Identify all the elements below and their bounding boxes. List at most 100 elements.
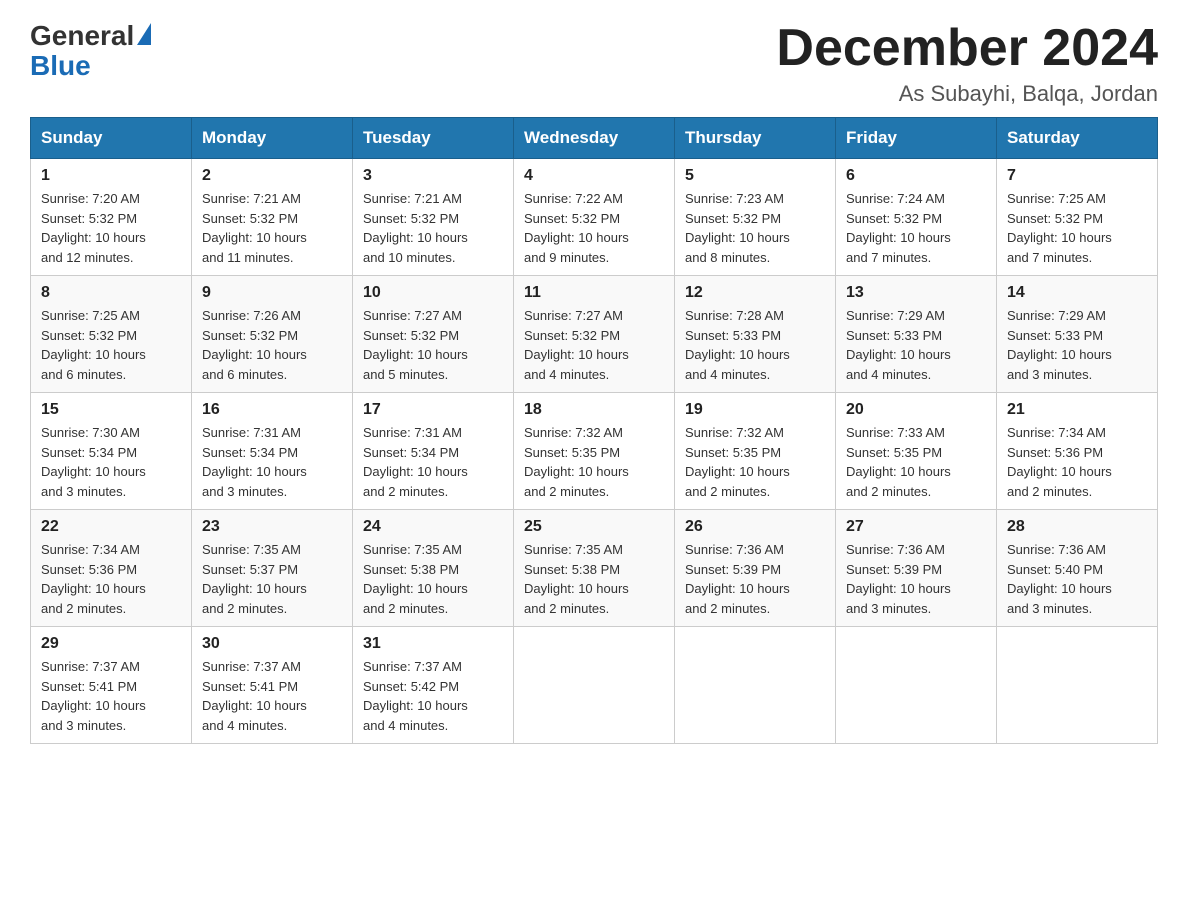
- day-info: Sunrise: 7:37 AMSunset: 5:41 PMDaylight:…: [41, 657, 181, 735]
- day-number: 31: [363, 635, 503, 653]
- day-info: Sunrise: 7:29 AMSunset: 5:33 PMDaylight:…: [1007, 306, 1147, 384]
- day-number: 21: [1007, 401, 1147, 419]
- day-number: 2: [202, 167, 342, 185]
- day-cell-19: 19 Sunrise: 7:32 AMSunset: 5:35 PMDaylig…: [675, 393, 836, 510]
- day-cell-28: 28 Sunrise: 7:36 AMSunset: 5:40 PMDaylig…: [997, 510, 1158, 627]
- day-info: Sunrise: 7:32 AMSunset: 5:35 PMDaylight:…: [685, 423, 825, 501]
- day-cell-10: 10 Sunrise: 7:27 AMSunset: 5:32 PMDaylig…: [353, 276, 514, 393]
- day-number: 10: [363, 284, 503, 302]
- day-cell-6: 6 Sunrise: 7:24 AMSunset: 5:32 PMDayligh…: [836, 159, 997, 276]
- day-number: 4: [524, 167, 664, 185]
- day-number: 20: [846, 401, 986, 419]
- day-cell-12: 12 Sunrise: 7:28 AMSunset: 5:33 PMDaylig…: [675, 276, 836, 393]
- day-number: 25: [524, 518, 664, 536]
- day-info: Sunrise: 7:27 AMSunset: 5:32 PMDaylight:…: [363, 306, 503, 384]
- day-info: Sunrise: 7:23 AMSunset: 5:32 PMDaylight:…: [685, 189, 825, 267]
- day-cell-14: 14 Sunrise: 7:29 AMSunset: 5:33 PMDaylig…: [997, 276, 1158, 393]
- day-number: 8: [41, 284, 181, 302]
- day-info: Sunrise: 7:34 AMSunset: 5:36 PMDaylight:…: [1007, 423, 1147, 501]
- day-info: Sunrise: 7:35 AMSunset: 5:38 PMDaylight:…: [524, 540, 664, 618]
- day-cell-20: 20 Sunrise: 7:33 AMSunset: 5:35 PMDaylig…: [836, 393, 997, 510]
- day-cell-29: 29 Sunrise: 7:37 AMSunset: 5:41 PMDaylig…: [31, 627, 192, 744]
- day-cell-2: 2 Sunrise: 7:21 AMSunset: 5:32 PMDayligh…: [192, 159, 353, 276]
- day-cell-17: 17 Sunrise: 7:31 AMSunset: 5:34 PMDaylig…: [353, 393, 514, 510]
- day-number: 11: [524, 284, 664, 302]
- day-number: 19: [685, 401, 825, 419]
- title-area: December 2024 As Subayhi, Balqa, Jordan: [776, 20, 1158, 107]
- day-number: 9: [202, 284, 342, 302]
- header-thursday: Thursday: [675, 118, 836, 159]
- day-info: Sunrise: 7:35 AMSunset: 5:37 PMDaylight:…: [202, 540, 342, 618]
- day-info: Sunrise: 7:36 AMSunset: 5:39 PMDaylight:…: [685, 540, 825, 618]
- day-number: 3: [363, 167, 503, 185]
- header-row: SundayMondayTuesdayWednesdayThursdayFrid…: [31, 118, 1158, 159]
- logo-triangle-icon: [137, 23, 151, 45]
- logo-general-text: General: [30, 20, 134, 52]
- day-number: 7: [1007, 167, 1147, 185]
- page-header: General Blue December 2024 As Subayhi, B…: [30, 20, 1158, 107]
- day-cell-31: 31 Sunrise: 7:37 AMSunset: 5:42 PMDaylig…: [353, 627, 514, 744]
- week-row-4: 22 Sunrise: 7:34 AMSunset: 5:36 PMDaylig…: [31, 510, 1158, 627]
- header-monday: Monday: [192, 118, 353, 159]
- day-number: 15: [41, 401, 181, 419]
- day-number: 29: [41, 635, 181, 653]
- day-info: Sunrise: 7:31 AMSunset: 5:34 PMDaylight:…: [363, 423, 503, 501]
- day-info: Sunrise: 7:33 AMSunset: 5:35 PMDaylight:…: [846, 423, 986, 501]
- day-cell-30: 30 Sunrise: 7:37 AMSunset: 5:41 PMDaylig…: [192, 627, 353, 744]
- empty-cell: [997, 627, 1158, 744]
- day-info: Sunrise: 7:36 AMSunset: 5:39 PMDaylight:…: [846, 540, 986, 618]
- day-cell-21: 21 Sunrise: 7:34 AMSunset: 5:36 PMDaylig…: [997, 393, 1158, 510]
- day-number: 5: [685, 167, 825, 185]
- logo: General Blue: [30, 20, 151, 80]
- logo-blue-text: Blue: [30, 52, 91, 80]
- day-info: Sunrise: 7:34 AMSunset: 5:36 PMDaylight:…: [41, 540, 181, 618]
- day-info: Sunrise: 7:21 AMSunset: 5:32 PMDaylight:…: [202, 189, 342, 267]
- day-info: Sunrise: 7:25 AMSunset: 5:32 PMDaylight:…: [41, 306, 181, 384]
- day-cell-9: 9 Sunrise: 7:26 AMSunset: 5:32 PMDayligh…: [192, 276, 353, 393]
- day-number: 17: [363, 401, 503, 419]
- day-cell-5: 5 Sunrise: 7:23 AMSunset: 5:32 PMDayligh…: [675, 159, 836, 276]
- day-number: 28: [1007, 518, 1147, 536]
- day-info: Sunrise: 7:27 AMSunset: 5:32 PMDaylight:…: [524, 306, 664, 384]
- month-title: December 2024: [776, 20, 1158, 77]
- day-cell-24: 24 Sunrise: 7:35 AMSunset: 5:38 PMDaylig…: [353, 510, 514, 627]
- day-cell-26: 26 Sunrise: 7:36 AMSunset: 5:39 PMDaylig…: [675, 510, 836, 627]
- day-info: Sunrise: 7:37 AMSunset: 5:42 PMDaylight:…: [363, 657, 503, 735]
- day-number: 18: [524, 401, 664, 419]
- day-info: Sunrise: 7:35 AMSunset: 5:38 PMDaylight:…: [363, 540, 503, 618]
- day-cell-25: 25 Sunrise: 7:35 AMSunset: 5:38 PMDaylig…: [514, 510, 675, 627]
- day-cell-4: 4 Sunrise: 7:22 AMSunset: 5:32 PMDayligh…: [514, 159, 675, 276]
- day-number: 26: [685, 518, 825, 536]
- day-info: Sunrise: 7:32 AMSunset: 5:35 PMDaylight:…: [524, 423, 664, 501]
- day-number: 12: [685, 284, 825, 302]
- calendar-table: SundayMondayTuesdayWednesdayThursdayFrid…: [30, 117, 1158, 744]
- header-sunday: Sunday: [31, 118, 192, 159]
- header-saturday: Saturday: [997, 118, 1158, 159]
- day-info: Sunrise: 7:31 AMSunset: 5:34 PMDaylight:…: [202, 423, 342, 501]
- day-info: Sunrise: 7:25 AMSunset: 5:32 PMDaylight:…: [1007, 189, 1147, 267]
- header-friday: Friday: [836, 118, 997, 159]
- day-cell-3: 3 Sunrise: 7:21 AMSunset: 5:32 PMDayligh…: [353, 159, 514, 276]
- day-number: 22: [41, 518, 181, 536]
- day-info: Sunrise: 7:24 AMSunset: 5:32 PMDaylight:…: [846, 189, 986, 267]
- week-row-5: 29 Sunrise: 7:37 AMSunset: 5:41 PMDaylig…: [31, 627, 1158, 744]
- empty-cell: [836, 627, 997, 744]
- day-info: Sunrise: 7:21 AMSunset: 5:32 PMDaylight:…: [363, 189, 503, 267]
- day-number: 6: [846, 167, 986, 185]
- day-info: Sunrise: 7:22 AMSunset: 5:32 PMDaylight:…: [524, 189, 664, 267]
- header-wednesday: Wednesday: [514, 118, 675, 159]
- empty-cell: [675, 627, 836, 744]
- day-cell-16: 16 Sunrise: 7:31 AMSunset: 5:34 PMDaylig…: [192, 393, 353, 510]
- day-cell-13: 13 Sunrise: 7:29 AMSunset: 5:33 PMDaylig…: [836, 276, 997, 393]
- day-cell-11: 11 Sunrise: 7:27 AMSunset: 5:32 PMDaylig…: [514, 276, 675, 393]
- day-number: 23: [202, 518, 342, 536]
- day-cell-27: 27 Sunrise: 7:36 AMSunset: 5:39 PMDaylig…: [836, 510, 997, 627]
- location-subtitle: As Subayhi, Balqa, Jordan: [776, 81, 1158, 107]
- day-cell-8: 8 Sunrise: 7:25 AMSunset: 5:32 PMDayligh…: [31, 276, 192, 393]
- day-info: Sunrise: 7:36 AMSunset: 5:40 PMDaylight:…: [1007, 540, 1147, 618]
- day-number: 16: [202, 401, 342, 419]
- day-cell-1: 1 Sunrise: 7:20 AMSunset: 5:32 PMDayligh…: [31, 159, 192, 276]
- day-cell-15: 15 Sunrise: 7:30 AMSunset: 5:34 PMDaylig…: [31, 393, 192, 510]
- day-info: Sunrise: 7:37 AMSunset: 5:41 PMDaylight:…: [202, 657, 342, 735]
- empty-cell: [514, 627, 675, 744]
